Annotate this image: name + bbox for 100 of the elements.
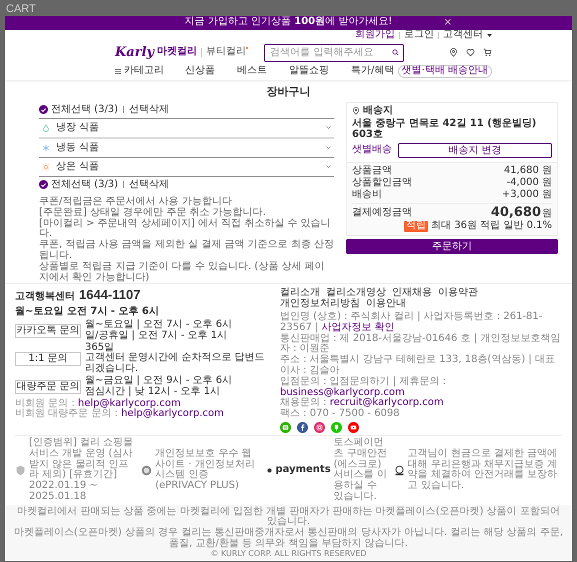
change-address-button[interactable]: 배송지 변경 [398,143,552,158]
new-dot [246,46,248,49]
category-header[interactable]: 냉동 식품 [39,138,334,157]
summary-value: +3,000 원 [502,190,552,201]
location-pin-icon [352,107,360,116]
beauty-tab[interactable]: 뷰티컬리 [206,47,246,58]
contact-hours: 고객센터 운영시간에 순차적으로 답변드리겠습니다. [85,353,266,375]
company-info: 법인명 (상호) : 주식회사 컬리 | 사업자등록번호 : 261-81-23567 | 사업자정보 확인 [280,312,544,333]
notice-text: [마이컬리 > 주문내역 상세페이지] 에서 직접 취소하실 수 있습니다. [39,218,332,240]
menu-icon[interactable] [115,69,121,74]
logo[interactable]: Karly [115,46,154,60]
legal-text: 마켓컬리에서 판매되는 상품 중에는 마켓컬리에 입점한 개별 판매자가 판매하는 마켓플레이스(오픈마켓) 상품이 포함되어 있습니다. [17,506,561,528]
search-icon[interactable] [392,49,400,56]
total-label: 결제예정금액 [352,208,412,219]
nav-link[interactable]: 베스트 [237,66,267,78]
footer-link[interactable]: 이용약관 [438,288,478,300]
company-info: 팩스 : 070 - 7500 - 6098 [280,409,401,420]
checkbox[interactable] [39,180,48,190]
facebook-icon[interactable] [297,422,308,433]
footer-link[interactable]: 컬리소개영상 [326,288,386,300]
close-button[interactable]: × [444,16,452,28]
certification-text: 개인정보보호 우수 웹사이트 · 개인정보처리시스템 인증 (ePRIVACY PLUS) [155,448,256,492]
info-link[interactable]: recruit@karlycorp.com [330,397,444,408]
contact-button[interactable]: 대량주문 문의 [15,380,81,394]
instagram-icon[interactable] [314,422,325,433]
company-info: 통신판매업 : 제 2018-서울강남-01646 호 | 개인정보보호책임자 : 이원준 [280,334,562,354]
footer-link[interactable]: 이용안내 [366,299,406,310]
chat-icon[interactable] [280,422,291,433]
certification-text: 토스페이먼츠 구매안전(에스크로) 서비스를 이용하실 수 있습니다. [334,438,388,503]
email-link[interactable]: help@karlycorp.com [121,408,224,420]
heart-icon[interactable] [466,48,475,58]
company-info: 주소 : 서울특별시 강남구 테헤란로 133, 18층(역삼동) | 대표이사 : 김슬아 [280,355,556,376]
category-header[interactable]: 냉장 식품 [39,118,334,137]
company-info: 채용문의 : recruit@karlycorp.com [280,398,445,408]
summary-label: 상품할인금액 [352,178,412,189]
email-line: 비회원 문의 : help@karlycorp.com [15,398,181,409]
category-header[interactable]: 상온 식품 [39,158,334,176]
contact-hours: 일/공휴일 | 오전 7시 - 오후 1시 [85,330,228,342]
notice-text: [주문완료] 상태일 경우에만 주문 취소 가능합니다. [39,208,267,218]
info-link[interactable]: business@karlycorp.com [280,386,405,398]
order-button[interactable]: 주문하기 [346,239,558,254]
copyright: © KURLY CORP. ALL RIGHTS RESERVED [209,550,368,558]
market-tab[interactable]: 마켓컬리 [157,47,198,58]
snowflake-icon [42,144,50,152]
email-line: 비회원 대량주문 문의 : help@karlycorp.com [15,409,225,420]
summary-label: 배송비 [352,190,382,201]
contact-hours: 월~금요일 | 오전 9시 - 오후 6시 [85,376,232,386]
delete-selected-link[interactable]: 선택삭제 [129,180,170,190]
select-all-label[interactable]: 전체선택 (3/3) [51,104,118,116]
promo-text[interactable]: 지금 가입하고 인기상품 100원에 받아가세요! [184,17,392,28]
notice-text: 쿠폰/적립금은 주문서에서 사용 가능합니다 [39,196,233,207]
youtube-icon[interactable] [348,422,359,433]
nav-link[interactable]: 특가/혜택 [351,66,394,78]
footer-heading: 고객행복센터 [15,292,75,304]
caret-icon [487,34,492,38]
phone-number: 1644-1107 [79,288,140,302]
header-link[interactable]: 회원가입 [355,30,395,42]
seal-icon [141,464,152,476]
currency-unit: 원 [542,208,552,220]
points-text: 최대 36원 적립 일반 0.1% [431,221,552,232]
summary-value: 41,680 원 [504,166,552,177]
summary-label: 상품금액 [352,166,392,177]
search-field[interactable]: 검색어를 입력해주세요 [264,44,404,62]
header-link[interactable]: 로그인 [404,30,434,42]
delivery-info-badge[interactable]: 샛별·택배 배송안내 [398,65,492,78]
droplet-icon [42,124,50,132]
cart-icon[interactable] [483,48,492,58]
notice-text: 상품별로 적립금 지급 기준이 다를 수 있습니다. (상품 상세 페이지에서 확인 가능합니다) [39,262,326,284]
email-link[interactable]: help@karlycorp.com [78,398,181,409]
sun-icon [42,162,50,171]
footer-link[interactable]: 개인정보처리방침 [280,299,360,310]
category-menu[interactable]: 카테고리 [124,66,164,78]
contact-hours: 월~토요일 | 오전 7시 - 오후 6시 [85,320,232,330]
points-badge: 적립 [404,221,428,232]
legal-text: 마켓플레이스(오픈마켓) 상품의 경우 컬리는 통신판매중개자로서 통신판매의 당사자가 아닙니다. 컬리는 해당 상품의 주문, 품질, 교환/환불 등 의무와 책임을 부담하지 않습니다. [12,528,564,550]
shield-icon [15,464,26,476]
location-pin-icon[interactable] [449,48,458,58]
notice-text: 쿠폰, 적립금 사용 금액을 제외한 실 결제 금액 기준으로 최종 산정됩니다. [39,240,334,261]
address-heading: 배송지 [363,106,393,117]
footer-link[interactable]: 컬리소개 [280,288,320,300]
total-amount: 40,680 [490,205,541,220]
nav-link[interactable]: 알뜰쇼핑 [289,66,329,78]
checkbox[interactable] [39,105,48,114]
select-all-label[interactable]: 전체선택 (3/3) [51,180,118,190]
address-text: 서울 중랑구 면목로 42길 11 (행운빌딩) 603호 [352,118,538,140]
screen-label: CART [5,2,37,16]
nav-link[interactable]: 신상품 [185,66,215,78]
certification-text: 고객님이 현금으로 결제한 금액에 대해 우리은행과 채무지급보증 계약을 체결하여 안전거래를 보장하고 있습니다. [408,448,558,492]
certification-text: [인증범위] 컬리 쇼핑몰 서비스 개발 운영 (심사받지 않은 물리적 인프라 제외) [유효기간] 2022.01.19 ~ 2025.01.18 [29,438,134,503]
contact-button[interactable]: 카카오톡 문의 [15,324,81,338]
info-link[interactable]: 사업자정보 확인 [322,322,395,333]
payments-logo: payments [275,464,331,476]
dot-icon [267,468,272,473]
phone-hours: 월~토요일 오전 7시 - 오후 6시 [15,307,159,318]
page-title: 장바구니 [266,86,312,98]
footer-link[interactable]: 인재채용 [392,288,432,300]
contact-button[interactable]: 1:1 문의 [15,352,81,366]
header-link[interactable]: 고객센터 [443,30,483,42]
delete-selected-link[interactable]: 선택삭제 [129,104,170,116]
summary-value: -4,000 원 [506,178,552,189]
